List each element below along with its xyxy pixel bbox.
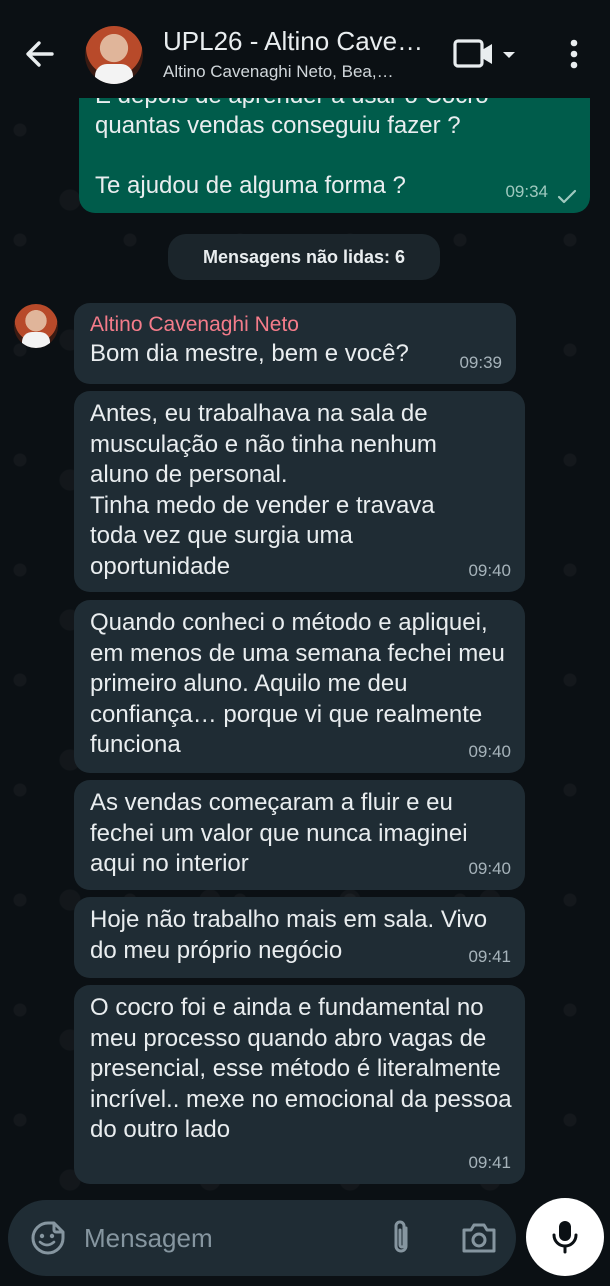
incoming-message[interactable]: Hoje não trabalho mais em sala. Vivo do … <box>74 897 525 978</box>
camera-icon <box>462 1223 496 1253</box>
message-text: Quando conheci o método e apliquei, em m… <box>90 609 505 758</box>
emoji-sticker-icon <box>31 1221 65 1255</box>
message-line: Te ajudou de alguma forma ? <box>95 172 406 199</box>
camera-button[interactable] <box>460 1220 498 1256</box>
message-input[interactable] <box>84 1218 364 1258</box>
sender-name[interactable]: Altino Cavenaghi Neto <box>90 311 500 339</box>
attach-icon <box>394 1220 408 1253</box>
message-time: 09:41 <box>468 946 511 966</box>
chat-header: UPL26 - Altino Cave… Altino Cavenaghi Ne… <box>0 0 610 98</box>
back-button[interactable] <box>20 34 60 74</box>
message-time: 09:40 <box>468 858 511 878</box>
voice-record-button[interactable] <box>526 1198 604 1276</box>
incoming-message[interactable]: O cocro foi e ainda e fundamental no meu… <box>74 985 525 1184</box>
chat-participants[interactable]: Altino Cavenaghi Neto, Bea,… <box>163 62 433 82</box>
unread-messages-divider: Mensagens não lidas: 6 <box>168 234 440 280</box>
attach-button[interactable] <box>386 1218 416 1258</box>
message-text: Antes, eu trabalhava na sala de musculaç… <box>90 400 437 580</box>
message-time: 09:40 <box>468 741 511 761</box>
message-line: quantas vendas conseguiu fazer ? <box>95 112 461 139</box>
more-vert-icon <box>570 39 578 69</box>
message-text: As vendas começaram a fluir e eu fechei … <box>90 789 468 877</box>
back-arrow-icon <box>26 41 54 67</box>
incoming-message[interactable]: Antes, eu trabalhava na sala de musculaç… <box>74 391 525 592</box>
message-text: Hoje não trabalho mais em sala. Vivo do … <box>90 906 488 964</box>
message-text: Bom dia mestre, bem e você? <box>90 340 409 367</box>
chat-title[interactable]: UPL26 - Altino Cave… <box>163 26 433 57</box>
emoji-button[interactable] <box>30 1220 66 1256</box>
message-time: 09:39 <box>459 352 502 372</box>
more-options-button[interactable] <box>560 36 588 72</box>
message-time: 09:34 <box>505 182 548 201</box>
video-call-icon <box>453 39 492 68</box>
incoming-message[interactable]: Quando conheci o método e apliquei, em m… <box>74 600 525 773</box>
video-call-button[interactable] <box>452 36 522 72</box>
chevron-down-icon <box>503 52 515 58</box>
sent-check-icon <box>557 189 577 204</box>
message-text: O cocro foi e ainda e fundamental no meu… <box>90 994 512 1143</box>
sender-avatar[interactable] <box>14 304 58 348</box>
message-time: 09:41 <box>468 1152 511 1172</box>
mic-icon <box>552 1221 578 1254</box>
incoming-message[interactable]: As vendas começaram a fluir e eu fechei … <box>74 780 525 890</box>
group-avatar[interactable] <box>85 26 143 84</box>
message-time: 09:40 <box>468 560 511 580</box>
incoming-message[interactable]: Altino Cavenaghi Neto Bom dia mestre, be… <box>74 303 516 384</box>
message-composer <box>8 1200 516 1276</box>
